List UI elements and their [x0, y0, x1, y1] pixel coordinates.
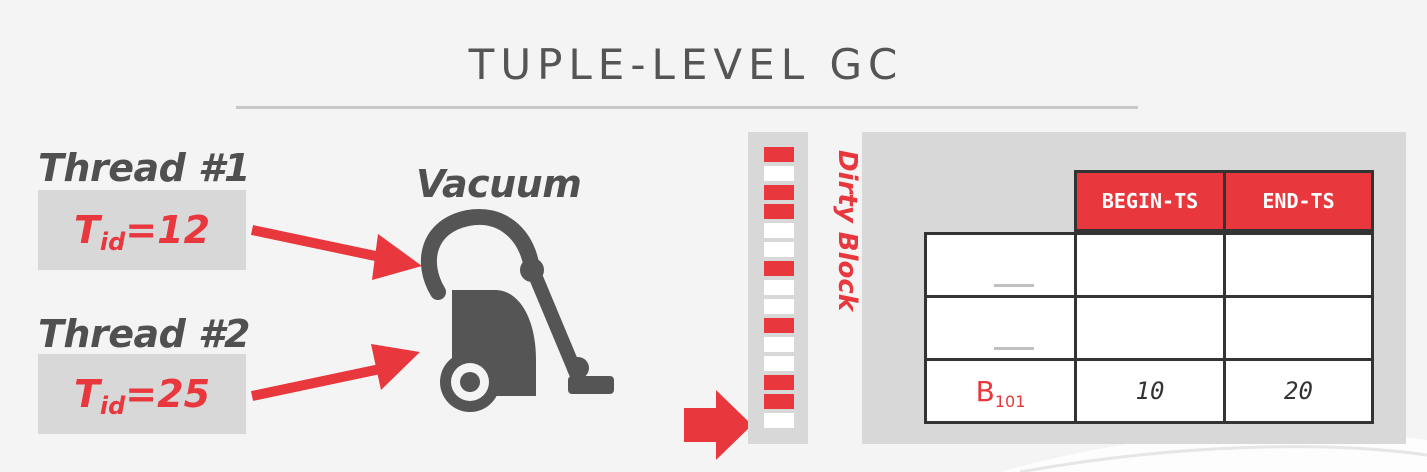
version-table: B 101 10 20 — [924, 232, 1374, 424]
block-slot-dirty — [764, 318, 794, 333]
block-slot-dirty — [764, 185, 794, 200]
arrow-right-icon — [250, 344, 420, 401]
arrow-right-icon — [250, 225, 422, 280]
table-row-1-key — [924, 232, 1077, 298]
block-slot-dirty — [764, 375, 794, 390]
row-3-key: B — [975, 374, 995, 408]
dirty-block-label: Dirty Block — [832, 150, 862, 312]
block-slot-clean — [764, 299, 794, 314]
block-slot-clean — [764, 356, 794, 371]
block-slot-dirty — [764, 147, 794, 162]
version-table-panel: BEGIN-TS END-TS B 101 10 20 — [862, 132, 1406, 444]
block-slot-dirty — [764, 261, 794, 276]
dirty-block-column — [748, 132, 808, 444]
table-row-1-begin-ts — [1074, 232, 1226, 298]
block-slot-dirty — [764, 204, 794, 219]
block-slot-clean — [764, 166, 794, 181]
table-row-2-key — [924, 295, 1077, 361]
table-row-1-end-ts — [1223, 232, 1374, 298]
block-slot-clean — [764, 337, 794, 352]
table-row-3-key: B 101 — [924, 358, 1077, 424]
block-slot-clean — [764, 413, 794, 428]
table-row-3-begin-ts: 10 — [1074, 358, 1226, 424]
end-ts-header: END-TS — [1223, 170, 1374, 232]
vacuum-cleaner-icon — [420, 209, 614, 412]
table-row-2-end-ts — [1223, 295, 1374, 361]
block-slot-dirty — [764, 394, 794, 409]
faint-mark — [994, 347, 1034, 350]
block-slot-clean — [764, 223, 794, 238]
row-3-key-subscript: 101 — [994, 391, 1026, 411]
pointer-arrow-icon — [684, 390, 752, 460]
begin-ts-header: BEGIN-TS — [1074, 170, 1226, 232]
table-row-3-end-ts: 20 — [1223, 358, 1374, 424]
block-slot-clean — [764, 242, 794, 257]
table-row-2-begin-ts — [1074, 295, 1226, 361]
block-slot-clean — [764, 280, 794, 295]
faint-mark — [994, 284, 1034, 287]
